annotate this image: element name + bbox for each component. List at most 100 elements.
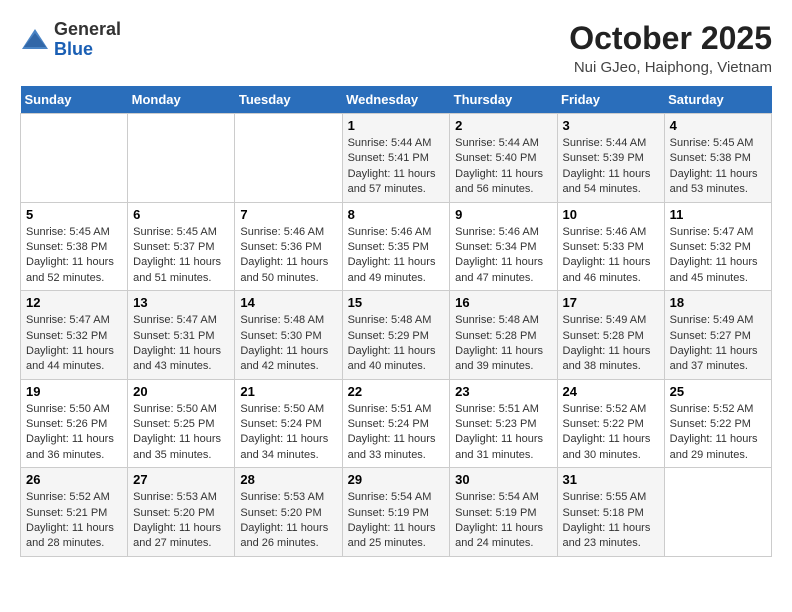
day-number: 23	[455, 384, 551, 399]
calendar-cell	[664, 468, 771, 557]
day-info: Sunrise: 5:54 AMSunset: 5:19 PMDaylight:…	[455, 490, 551, 552]
calendar-cell: 2 Sunrise: 5:44 AMSunset: 5:40 PMDaylight…	[450, 114, 557, 203]
day-info: Sunrise: 5:48 AMSunset: 5:30 PMDaylight:…	[240, 313, 336, 375]
weekday-header-monday: Monday	[128, 86, 235, 114]
weekday-row: SundayMondayTuesdayWednesdayThursdayFrid…	[21, 86, 772, 114]
day-number: 28	[240, 472, 336, 487]
day-number: 21	[240, 384, 336, 399]
calendar-cell	[128, 114, 235, 203]
day-number: 9	[455, 207, 551, 222]
day-number: 12	[26, 295, 122, 310]
calendar-week-2: 5Sunrise: 5:45 AMSunset: 5:38 PMDaylight…	[21, 202, 772, 291]
calendar-cell: 29 Sunrise: 5:54 AMSunset: 5:19 PMDayligh…	[342, 468, 450, 557]
day-info: Sunrise: 5:45 AMSunset: 5:37 PMDaylight:…	[133, 225, 229, 287]
calendar-cell: 21 Sunrise: 5:50 AMSunset: 5:24 PMDayligh…	[235, 379, 342, 468]
calendar-cell: 1Sunrise: 5:44 AMSunset: 5:41 PMDaylight…	[342, 114, 450, 203]
calendar-cell: 13 Sunrise: 5:47 AMSunset: 5:31 PMDayligh…	[128, 291, 235, 380]
day-number: 31	[563, 472, 659, 487]
day-number: 16	[455, 295, 551, 310]
calendar-header: SundayMondayTuesdayWednesdayThursdayFrid…	[21, 86, 772, 114]
day-info: Sunrise: 5:50 AMSunset: 5:25 PMDaylight:…	[133, 402, 229, 464]
day-number: 15	[348, 295, 445, 310]
page-header: General Blue October 2025 Nui GJeo, Haip…	[20, 20, 772, 76]
calendar-cell: 11 Sunrise: 5:47 AMSunset: 5:32 PMDayligh…	[664, 202, 771, 291]
day-info: Sunrise: 5:46 AMSunset: 5:33 PMDaylight:…	[563, 225, 659, 287]
day-number: 11	[670, 207, 766, 222]
day-info: Sunrise: 5:50 AMSunset: 5:26 PMDaylight:…	[26, 402, 122, 464]
day-info: Sunrise: 5:50 AMSunset: 5:24 PMDaylight:…	[240, 402, 336, 464]
day-number: 5	[26, 207, 122, 222]
day-info: Sunrise: 5:46 AMSunset: 5:35 PMDaylight:…	[348, 225, 445, 287]
day-number: 26	[26, 472, 122, 487]
calendar-cell: 14 Sunrise: 5:48 AMSunset: 5:30 PMDayligh…	[235, 291, 342, 380]
weekday-header-friday: Friday	[557, 86, 664, 114]
calendar-cell: 28 Sunrise: 5:53 AMSunset: 5:20 PMDayligh…	[235, 468, 342, 557]
calendar-cell: 25Sunrise: 5:52 AMSunset: 5:22 PMDayligh…	[664, 379, 771, 468]
calendar-cell: 27Sunrise: 5:53 AMSunset: 5:20 PMDayligh…	[128, 468, 235, 557]
calendar-cell: 24Sunrise: 5:52 AMSunset: 5:22 PMDayligh…	[557, 379, 664, 468]
calendar-body: 1Sunrise: 5:44 AMSunset: 5:41 PMDaylight…	[21, 114, 772, 557]
calendar-cell: 4Sunrise: 5:45 AMSunset: 5:38 PMDaylight…	[664, 114, 771, 203]
logo-icon	[20, 25, 50, 55]
day-number: 10	[563, 207, 659, 222]
logo-blue-text: Blue	[54, 39, 93, 59]
weekday-header-tuesday: Tuesday	[235, 86, 342, 114]
day-number: 13	[133, 295, 229, 310]
calendar-cell	[21, 114, 128, 203]
day-number: 2	[455, 118, 551, 133]
day-number: 22	[348, 384, 445, 399]
day-number: 7	[240, 207, 336, 222]
calendar-cell: 16 Sunrise: 5:48 AMSunset: 5:28 PMDayligh…	[450, 291, 557, 380]
day-info: Sunrise: 5:49 AMSunset: 5:27 PMDaylight:…	[670, 313, 766, 375]
day-info: Sunrise: 5:44 AMSunset: 5:39 PMDaylight:…	[563, 136, 659, 198]
calendar-cell: 20 Sunrise: 5:50 AMSunset: 5:25 PMDayligh…	[128, 379, 235, 468]
calendar-cell: 17 Sunrise: 5:49 AMSunset: 5:28 PMDayligh…	[557, 291, 664, 380]
weekday-header-wednesday: Wednesday	[342, 86, 450, 114]
day-info: Sunrise: 5:51 AMSunset: 5:24 PMDaylight:…	[348, 402, 445, 464]
calendar-cell: 26 Sunrise: 5:52 AMSunset: 5:21 PMDayligh…	[21, 468, 128, 557]
logo-general-text: General	[54, 19, 121, 39]
month-title: October 2025	[569, 20, 772, 57]
calendar-cell: 22 Sunrise: 5:51 AMSunset: 5:24 PMDayligh…	[342, 379, 450, 468]
day-number: 24	[563, 384, 659, 399]
calendar-cell: 31Sunrise: 5:55 AMSunset: 5:18 PMDayligh…	[557, 468, 664, 557]
day-info: Sunrise: 5:47 AMSunset: 5:31 PMDaylight:…	[133, 313, 229, 375]
day-info: Sunrise: 5:53 AMSunset: 5:20 PMDaylight:…	[240, 490, 336, 552]
day-info: Sunrise: 5:48 AMSunset: 5:28 PMDaylight:…	[455, 313, 551, 375]
calendar-cell: 18 Sunrise: 5:49 AMSunset: 5:27 PMDayligh…	[664, 291, 771, 380]
calendar-cell: 19 Sunrise: 5:50 AMSunset: 5:26 PMDayligh…	[21, 379, 128, 468]
calendar-cell: 8 Sunrise: 5:46 AMSunset: 5:35 PMDaylight…	[342, 202, 450, 291]
calendar-week-3: 12 Sunrise: 5:47 AMSunset: 5:32 PMDayligh…	[21, 291, 772, 380]
calendar-week-1: 1Sunrise: 5:44 AMSunset: 5:41 PMDaylight…	[21, 114, 772, 203]
day-number: 29	[348, 472, 445, 487]
day-number: 19	[26, 384, 122, 399]
day-info: Sunrise: 5:47 AMSunset: 5:32 PMDaylight:…	[670, 225, 766, 287]
weekday-header-sunday: Sunday	[21, 86, 128, 114]
day-number: 17	[563, 295, 659, 310]
calendar-cell: 7 Sunrise: 5:46 AMSunset: 5:36 PMDaylight…	[235, 202, 342, 291]
day-info: Sunrise: 5:49 AMSunset: 5:28 PMDaylight:…	[563, 313, 659, 375]
day-number: 25	[670, 384, 766, 399]
day-info: Sunrise: 5:46 AMSunset: 5:36 PMDaylight:…	[240, 225, 336, 287]
calendar-cell: 30 Sunrise: 5:54 AMSunset: 5:19 PMDayligh…	[450, 468, 557, 557]
day-info: Sunrise: 5:48 AMSunset: 5:29 PMDaylight:…	[348, 313, 445, 375]
day-info: Sunrise: 5:44 AMSunset: 5:40 PMDaylight:…	[455, 136, 551, 198]
day-number: 30	[455, 472, 551, 487]
day-info: Sunrise: 5:47 AMSunset: 5:32 PMDaylight:…	[26, 313, 122, 375]
day-number: 1	[348, 118, 445, 133]
calendar-cell: 10 Sunrise: 5:46 AMSunset: 5:33 PMDayligh…	[557, 202, 664, 291]
day-info: Sunrise: 5:53 AMSunset: 5:20 PMDaylight:…	[133, 490, 229, 552]
calendar-cell: 3Sunrise: 5:44 AMSunset: 5:39 PMDaylight…	[557, 114, 664, 203]
day-info: Sunrise: 5:45 AMSunset: 5:38 PMDaylight:…	[670, 136, 766, 198]
day-number: 18	[670, 295, 766, 310]
day-info: Sunrise: 5:52 AMSunset: 5:21 PMDaylight:…	[26, 490, 122, 552]
calendar-week-4: 19 Sunrise: 5:50 AMSunset: 5:26 PMDayligh…	[21, 379, 772, 468]
day-number: 8	[348, 207, 445, 222]
calendar-table: SundayMondayTuesdayWednesdayThursdayFrid…	[20, 86, 772, 557]
calendar-cell: 23Sunrise: 5:51 AMSunset: 5:23 PMDayligh…	[450, 379, 557, 468]
day-info: Sunrise: 5:54 AMSunset: 5:19 PMDaylight:…	[348, 490, 445, 552]
day-number: 20	[133, 384, 229, 399]
calendar-cell: 12 Sunrise: 5:47 AMSunset: 5:32 PMDayligh…	[21, 291, 128, 380]
day-number: 14	[240, 295, 336, 310]
day-info: Sunrise: 5:46 AMSunset: 5:34 PMDaylight:…	[455, 225, 551, 287]
